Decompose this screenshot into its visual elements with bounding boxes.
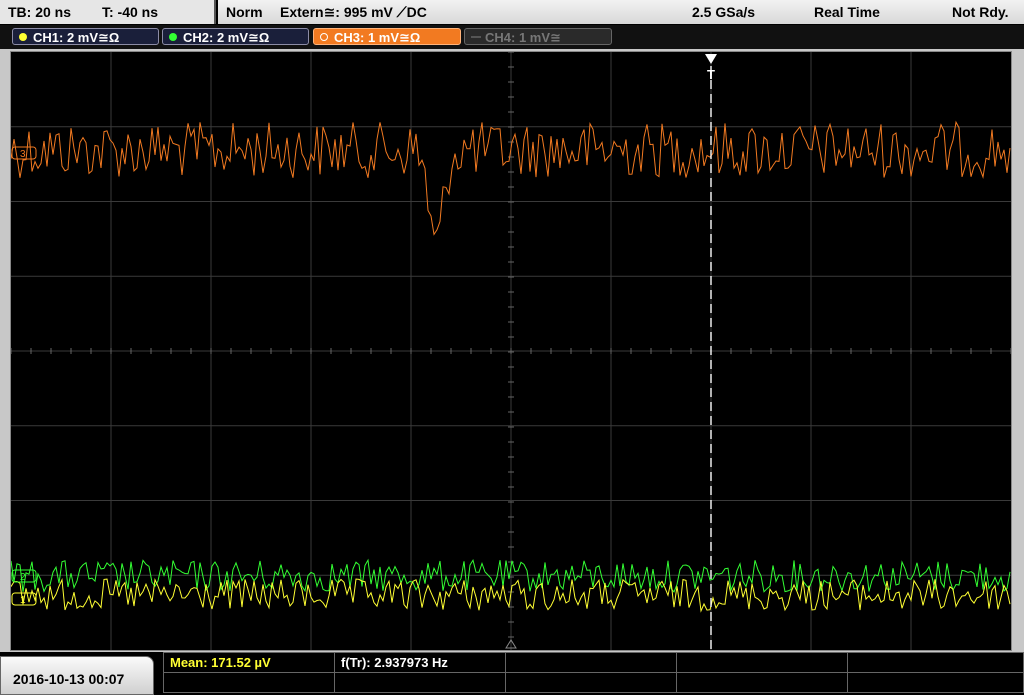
channel-4-label: CH4: 1 mV≅: [485, 30, 561, 45]
channel-2-indicator-icon: [169, 33, 177, 41]
measurement-cell-frequency[interactable]: f(Tr): 2.937973 Hz: [334, 652, 506, 673]
measurement-cell-empty: [847, 672, 1024, 693]
measurement-cell-empty: [676, 652, 848, 673]
measurement-cell-mean[interactable]: Mean: 171.52 µV: [163, 652, 335, 673]
timebase-panel[interactable]: TB: 20 ns T: -40 ns: [0, 0, 216, 24]
channel-3-indicator-icon: [320, 33, 328, 41]
measurement-cell-empty: [334, 672, 506, 693]
trigger-mode[interactable]: Norm: [226, 3, 263, 21]
channel-4-button[interactable]: CH4: 1 mV≅: [464, 28, 612, 45]
channel-1-indicator-icon: [19, 33, 27, 41]
channel-2-offset-marker-label: 2: [20, 572, 26, 583]
measurement-cell-empty: [505, 672, 677, 693]
waveform-display[interactable]: T 3 2 1: [10, 51, 1012, 651]
channel-3-offset-marker-label: 3: [20, 149, 26, 160]
measurement-table[interactable]: Mean: 171.52 µV f(Tr): 2.937973 Hz: [163, 652, 1024, 695]
trigger-position-icon[interactable]: [705, 54, 717, 64]
channel-bar: CH1: 2 mV≅Ω CH2: 2 mV≅Ω CH3: 1 mV≅Ω CH4:…: [0, 25, 1024, 49]
status-bar: TB: 20 ns T: -40 ns Norm Extern≅: 995 mV…: [0, 0, 1024, 25]
trigger-source[interactable]: Extern≅: 995 mV ⟋DC: [280, 3, 427, 21]
channel-3-label: CH3: 1 mV≅Ω: [334, 30, 421, 45]
measurement-cell-empty: [676, 672, 848, 693]
datetime-panel[interactable]: 2016-10-13 00:07: [0, 656, 154, 695]
channel-4-off-icon: [471, 36, 481, 38]
mean-measurement: Mean: 171.52 µV: [170, 655, 271, 670]
acquisition-mode[interactable]: Real Time: [814, 3, 880, 21]
frequency-measurement: f(Tr): 2.937973 Hz: [341, 655, 448, 670]
channel-1-label: CH1: 2 mV≅Ω: [33, 30, 120, 45]
acquisition-status: Not Rdy.: [952, 4, 1009, 20]
channel-1-offset-marker-label: 1: [20, 595, 26, 606]
measurement-cell-empty: [163, 672, 335, 693]
channel-1-button[interactable]: CH1: 2 mV≅Ω: [12, 28, 159, 45]
trigger-panel[interactable]: Norm Extern≅: 995 mV ⟋DC 2.5 GSa/s Real …: [218, 0, 1024, 24]
channel-2-label: CH2: 2 mV≅Ω: [183, 30, 270, 45]
trigger-offset-readout[interactable]: T: -40 ns: [102, 3, 158, 21]
sample-rate[interactable]: 2.5 GSa/s: [692, 3, 755, 21]
waveform-svg[interactable]: T 3 2 1: [11, 52, 1011, 650]
bottom-bar: 2016-10-13 00:07 Mean: 171.52 µV f(Tr): …: [0, 652, 1024, 695]
trigger-marker-label: T: [707, 67, 715, 82]
channel-3-button[interactable]: CH3: 1 mV≅Ω: [313, 28, 461, 45]
timebase-readout[interactable]: TB: 20 ns: [8, 3, 71, 21]
channel-2-button[interactable]: CH2: 2 mV≅Ω: [162, 28, 309, 45]
graticule: [11, 52, 1011, 650]
datetime-readout: 2016-10-13 00:07: [13, 671, 125, 687]
measurement-cell-empty: [505, 652, 677, 673]
measurement-cell-empty: [847, 652, 1024, 673]
